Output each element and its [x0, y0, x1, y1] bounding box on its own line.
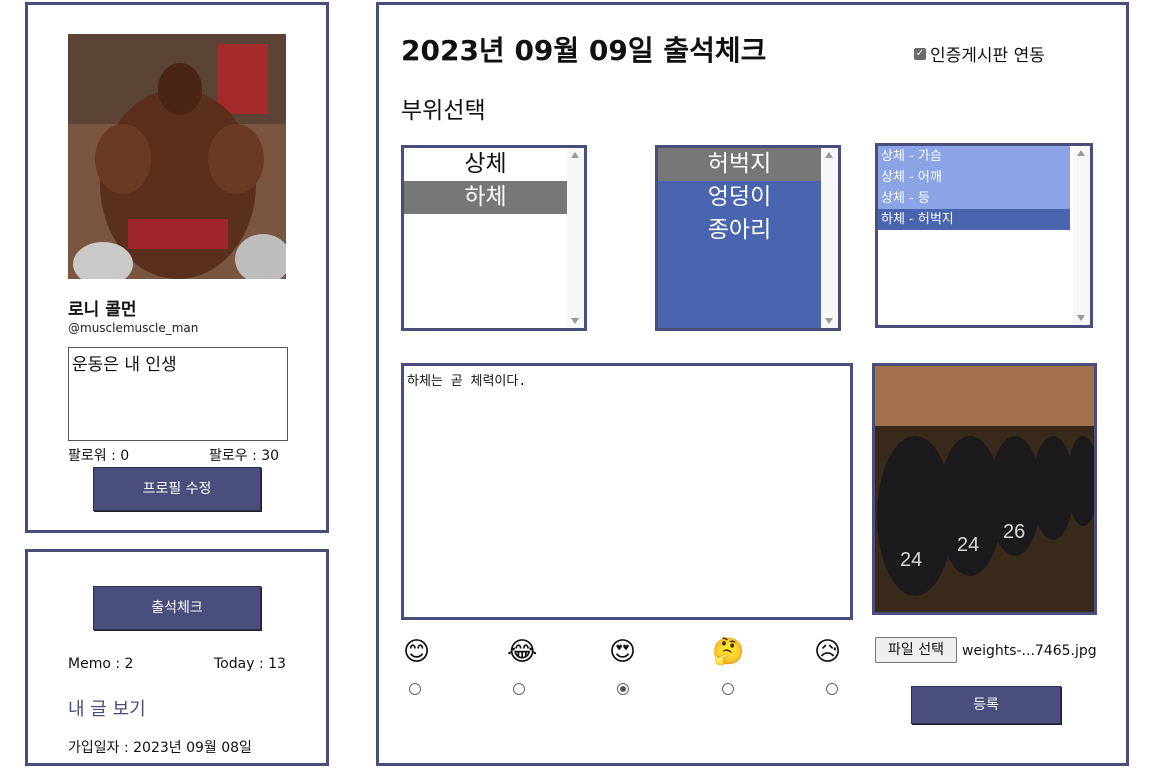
attendance-panel: 출석체크 Memo : 2 Today : 13 내 글 보기 가입일자 : 2… — [25, 549, 329, 766]
scroll-up-icon[interactable] — [825, 152, 833, 158]
list-item-selected[interactable]: 하체 — [404, 181, 567, 214]
body-part-list[interactable]: 상체 하체 — [401, 145, 587, 331]
scrollbar[interactable] — [1073, 146, 1090, 325]
thinking-face-icon: 🤔 — [712, 637, 745, 667]
scrollbar[interactable] — [821, 148, 838, 328]
list-item[interactable]: 상체 - 가슴 — [878, 146, 1070, 167]
mood-radio[interactable] — [722, 683, 734, 695]
memo-count: Memo : 2 — [68, 656, 134, 672]
mood-radio[interactable] — [513, 683, 525, 695]
list-item[interactable]: 상체 — [404, 148, 567, 181]
file-name: weights-...7465.jpg — [962, 643, 1097, 659]
list-item-selected[interactable]: 허벅지 — [658, 148, 821, 181]
board-sync-label: 인증게시판 연동 — [930, 46, 1045, 66]
selected-parts-list[interactable]: 상체 - 가슴 상체 - 어깨 상체 - 등 하체 - 허벅지 — [875, 143, 1093, 328]
mood-radio[interactable] — [409, 683, 421, 695]
sad-face-icon: 😥 — [814, 637, 842, 667]
edit-profile-button[interactable]: 프로필 수정 — [93, 467, 261, 511]
list-item[interactable]: 종아리 — [658, 214, 821, 247]
smiling-face-icon: 😊 — [403, 637, 431, 667]
sub-part-list[interactable]: 허벅지 엉덩이 종아리 — [655, 145, 841, 331]
svg-text:26: 26 — [1003, 521, 1025, 543]
profile-handle: @musclemuscle_man — [68, 321, 199, 335]
today-count: Today : 13 — [214, 656, 286, 672]
scrollbar[interactable] — [567, 148, 584, 328]
following-count[interactable]: 팔로우 : 30 — [209, 445, 279, 465]
page-title: 2023년 09월 09일 출석체크 — [401, 34, 767, 67]
checkbox-checked-icon[interactable]: ✓ — [914, 47, 926, 60]
list-item[interactable]: 엉덩이 — [658, 181, 821, 214]
submit-button[interactable]: 등록 — [911, 686, 1061, 724]
scroll-up-icon[interactable] — [1077, 150, 1085, 156]
list-item[interactable]: 상체 - 어깨 — [878, 167, 1070, 188]
attendance-check-button[interactable]: 출석체크 — [93, 586, 261, 630]
scroll-down-icon[interactable] — [571, 318, 579, 324]
section-label: 부위선택 — [401, 98, 486, 124]
avatar — [68, 34, 286, 279]
board-sync-checkbox[interactable]: ✓ 인증게시판 연동 — [914, 41, 1045, 66]
join-date: 가입일자 : 2023년 09월 08일 — [68, 740, 252, 756]
followers-count[interactable]: 팔로워 : 0 — [68, 445, 129, 465]
memo-textarea[interactable]: 하체는 곧 체력이다. — [401, 363, 853, 620]
svg-text:24: 24 — [957, 534, 979, 556]
mood-radio[interactable] — [826, 683, 838, 695]
scroll-down-icon[interactable] — [1077, 315, 1085, 321]
main-panel: 2023년 09월 09일 출석체크 ✓ 인증게시판 연동 부위선택 상체 하체… — [376, 2, 1129, 766]
profile-name: 로니 콜먼 — [68, 300, 137, 320]
heart-eyes-face-icon: 😍 — [609, 637, 637, 667]
list-item-selected[interactable]: 하체 - 허벅지 — [878, 209, 1070, 230]
profile-panel: 로니 콜먼 @musclemuscle_man 운동은 내 인생 팔로워 : 0… — [25, 2, 329, 533]
profile-bio: 운동은 내 인생 — [68, 347, 288, 441]
scroll-down-icon[interactable] — [825, 318, 833, 324]
list-item[interactable]: 상체 - 등 — [878, 188, 1070, 209]
svg-text:24: 24 — [900, 549, 922, 571]
laughing-face-icon: 😂 — [507, 637, 538, 667]
my-posts-link[interactable]: 내 글 보기 — [68, 695, 146, 721]
file-select-button[interactable]: 파일 선택 — [875, 637, 957, 663]
scroll-up-icon[interactable] — [571, 152, 579, 158]
uploaded-photo: 24 24 26 — [872, 363, 1097, 615]
mood-radio-selected[interactable] — [617, 683, 629, 695]
